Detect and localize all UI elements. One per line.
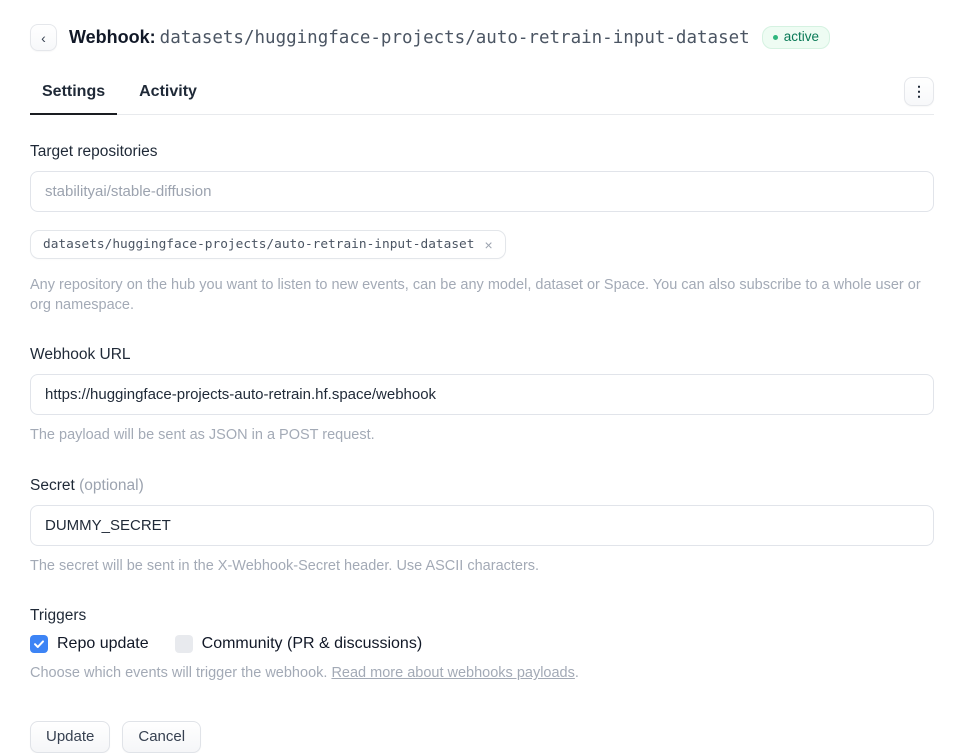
secret-label: Secret (optional) (30, 477, 934, 495)
section-triggers: Triggers Repo update Community (PR & dis… (30, 607, 934, 684)
target-repositories-input[interactable] (30, 171, 934, 212)
secret-input[interactable] (30, 505, 934, 546)
triggers-help-suffix: . (575, 665, 579, 681)
triggers-help: Choose which events will trigger the web… (30, 664, 934, 684)
tabs-bar: Settings Activity ⋮ (30, 83, 934, 115)
secret-help: The secret will be sent in the X-Webhook… (30, 557, 934, 577)
chip-remove-icon[interactable]: × (482, 238, 494, 252)
status-badge: active (762, 26, 830, 49)
triggers-label: Triggers (30, 607, 934, 625)
page-header: ‹ Webhook:datasets/huggingface-projects/… (30, 24, 934, 51)
triggers-help-text: Choose which events will trigger the web… (30, 665, 331, 681)
page-title: Webhook:datasets/huggingface-projects/au… (69, 27, 750, 48)
triggers-options: Repo update Community (PR & discussions) (30, 635, 934, 653)
webhook-url-input[interactable] (30, 374, 934, 415)
checkbox-repo-update[interactable]: Repo update (30, 635, 149, 653)
form-actions: Update Cancel (30, 721, 934, 753)
cancel-button[interactable]: Cancel (122, 721, 201, 753)
section-target-repositories: Target repositories datasets/huggingface… (30, 143, 934, 315)
section-secret: Secret (optional) The secret will be sen… (30, 477, 934, 577)
webhooks-payloads-link[interactable]: Read more about webhooks payloads (331, 665, 574, 681)
secret-optional-text: (optional) (79, 477, 144, 494)
checkbox-community[interactable]: Community (PR & discussions) (175, 635, 423, 653)
webhook-name: datasets/huggingface-projects/auto-retra… (160, 28, 750, 48)
back-button[interactable]: ‹ (30, 24, 57, 51)
kebab-icon: ⋮ (912, 83, 926, 100)
status-badge-label: active (784, 30, 819, 44)
status-dot-icon (773, 35, 778, 40)
target-repositories-label: Target repositories (30, 143, 934, 161)
page-title-label: Webhook: (69, 27, 156, 47)
webhook-url-label: Webhook URL (30, 346, 934, 364)
update-button[interactable]: Update (30, 721, 110, 753)
secret-label-text: Secret (30, 477, 75, 494)
kebab-menu-button[interactable]: ⋮ (904, 77, 934, 106)
section-webhook-url: Webhook URL The payload will be sent as … (30, 346, 934, 446)
target-repositories-help: Any repository on the hub you want to li… (30, 276, 934, 315)
checkbox-repo-update-label: Repo update (57, 635, 149, 653)
chevron-left-icon: ‹ (41, 30, 46, 46)
tab-activity[interactable]: Activity (139, 83, 197, 114)
repository-chip: datasets/huggingface-projects/auto-retra… (30, 230, 506, 259)
check-icon (33, 638, 45, 650)
webhook-url-help: The payload will be sent as JSON in a PO… (30, 426, 934, 446)
checkbox-unchecked-icon[interactable] (175, 635, 193, 653)
repository-chip-label: datasets/huggingface-projects/auto-retra… (43, 237, 474, 252)
checkbox-checked-icon[interactable] (30, 635, 48, 653)
checkbox-community-label: Community (PR & discussions) (202, 635, 423, 653)
tab-settings[interactable]: Settings (42, 83, 105, 114)
